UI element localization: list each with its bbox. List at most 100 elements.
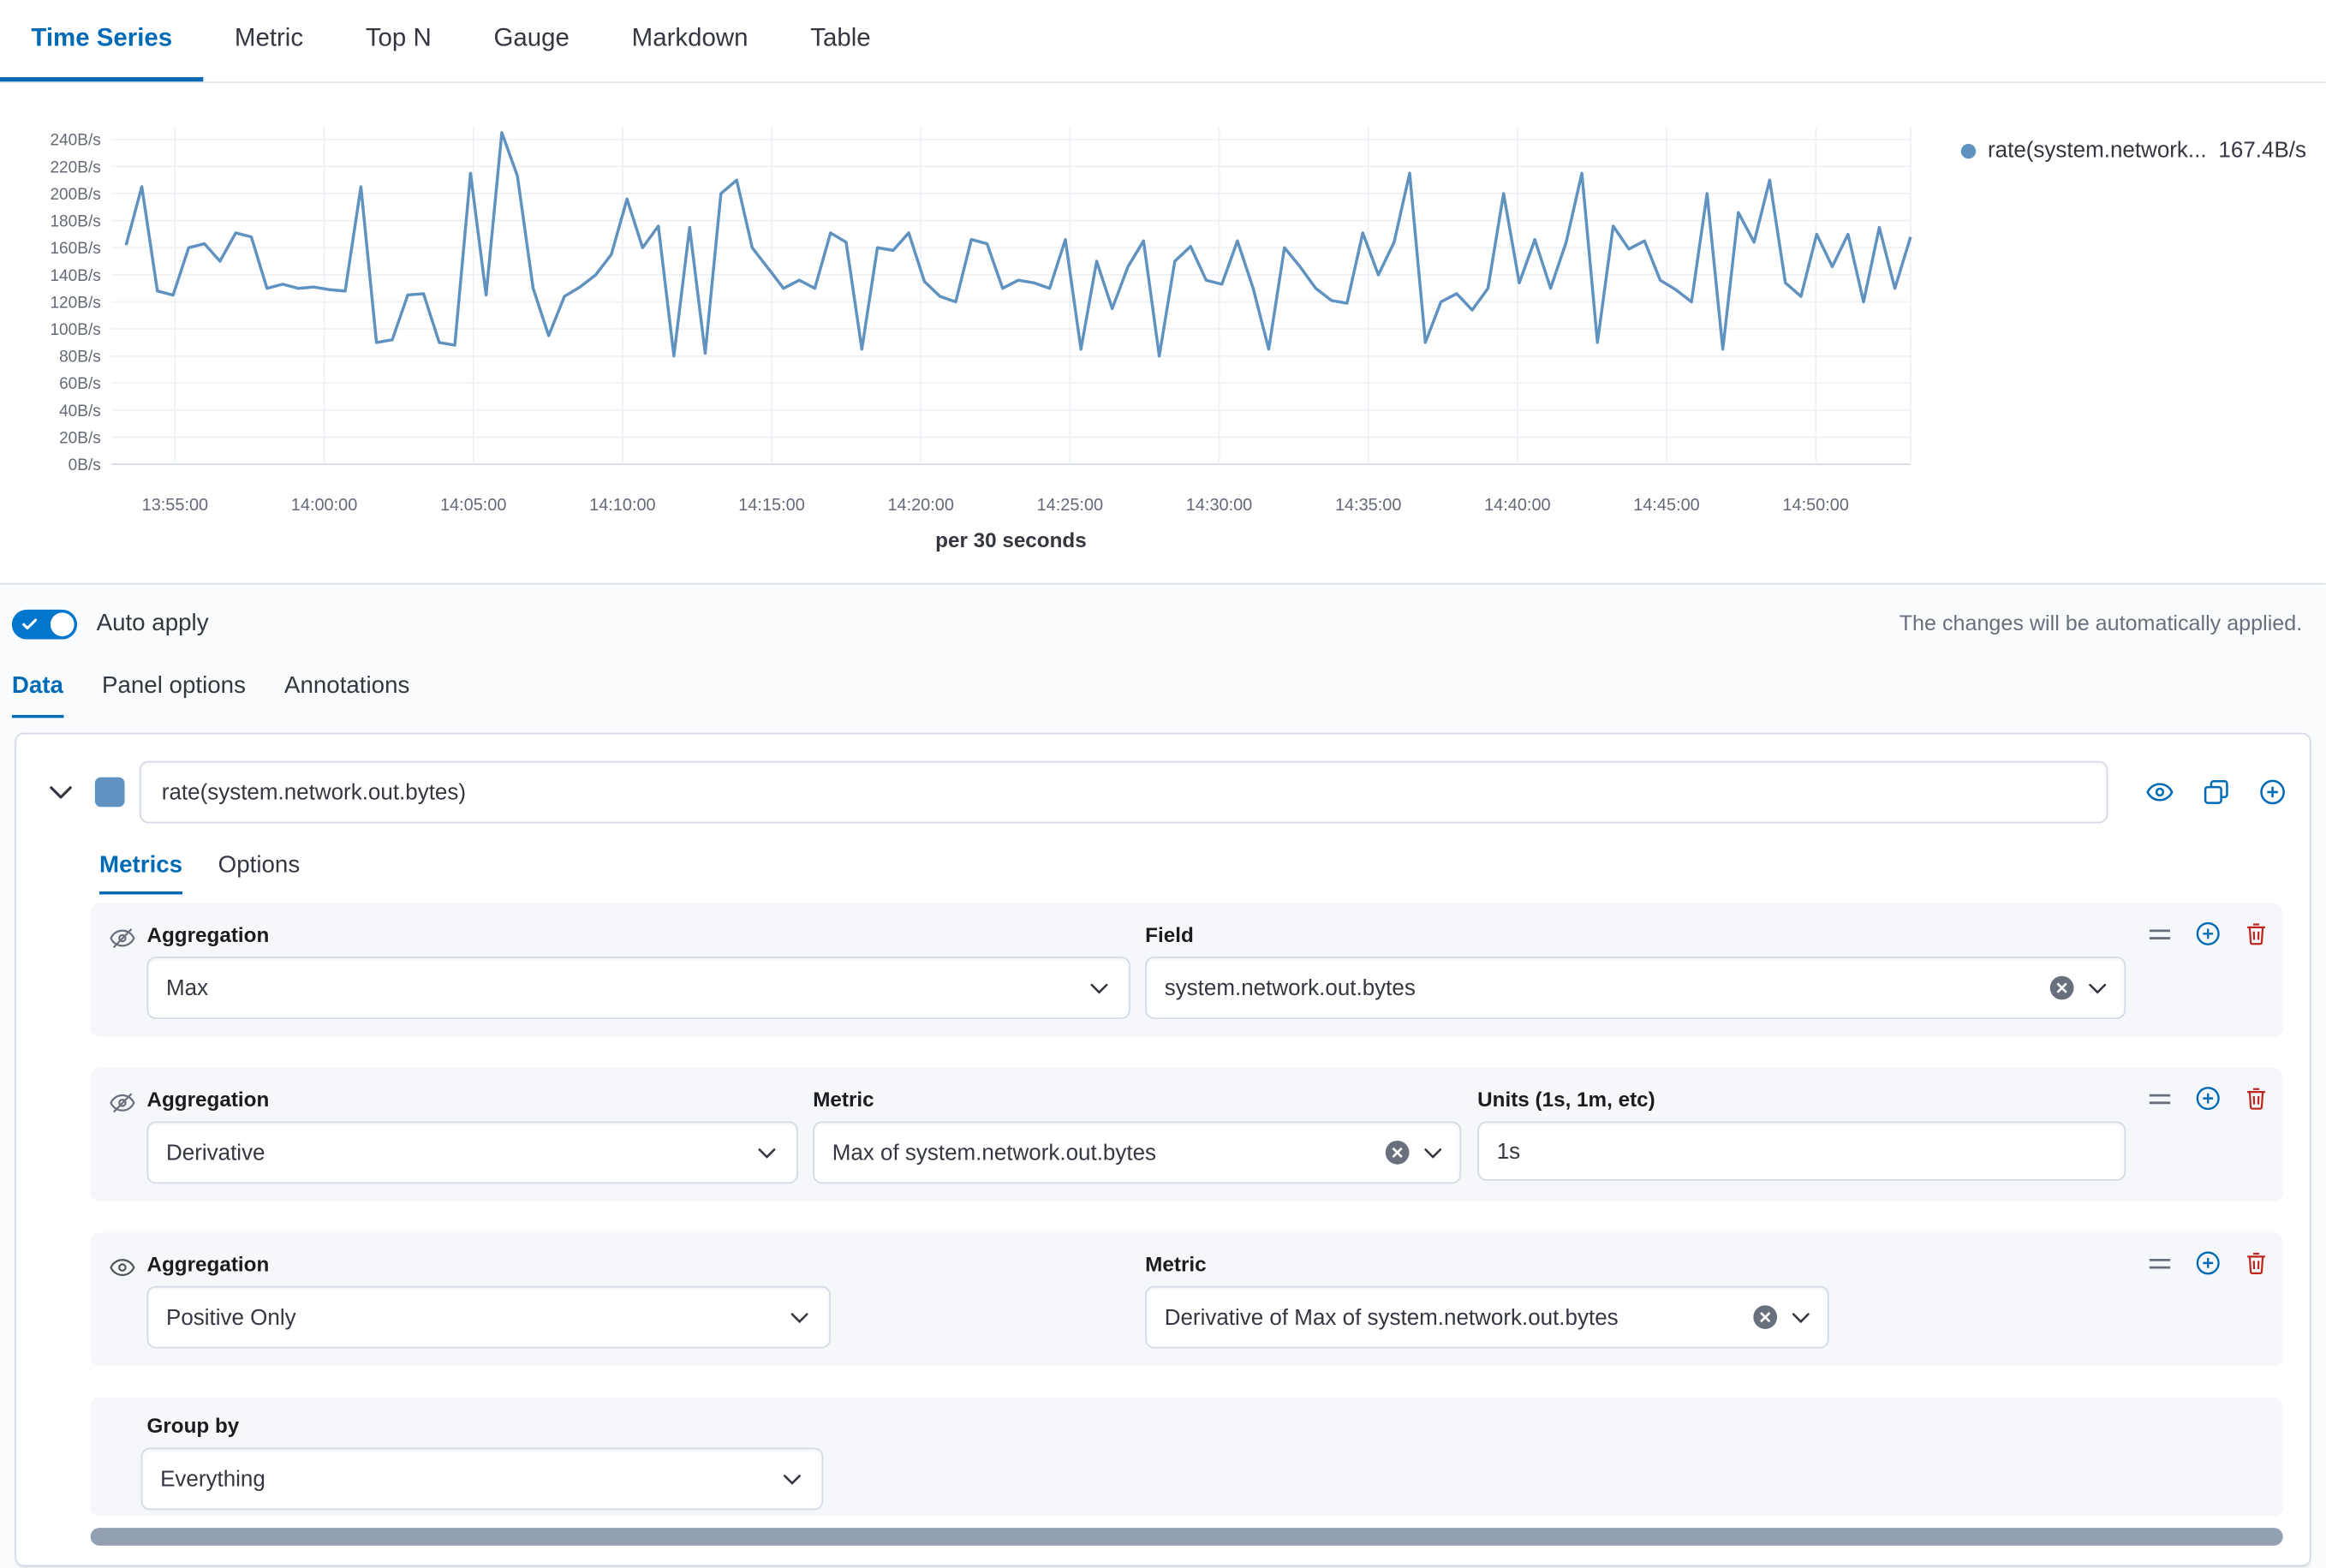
add-series-icon[interactable] [2259, 778, 2286, 805]
chevron-down-icon [758, 1148, 776, 1159]
panel-type-tabs: Time Series Metric Top N Gauge Markdown … [0, 0, 2326, 83]
aggregation-label: Aggregation [146, 922, 1130, 946]
select-value: Everything [160, 1466, 265, 1491]
auto-apply-toggle[interactable] [12, 610, 77, 640]
legend-series-value: 167.4B/s [2218, 138, 2306, 163]
series-card: Metrics Options Aggregation Max Field [15, 733, 2311, 1566]
metric-combobox[interactable]: Derivative of Max of system.network.out.… [1145, 1286, 1828, 1349]
y-axis-label: 180B/s [50, 213, 100, 231]
add-metric-icon[interactable] [2196, 1250, 2221, 1275]
x-axis-label: 14:45:00 [1633, 496, 1700, 515]
row-actions [2148, 921, 2268, 946]
x-axis-label: 14:15:00 [738, 496, 805, 515]
auto-apply-row: Auto apply The changes will be automatic… [0, 584, 2326, 665]
metric-row-derivative: Aggregation Derivative Metric Max of sys… [91, 1068, 2283, 1201]
add-metric-icon[interactable] [2196, 921, 2221, 946]
tab-markdown[interactable]: Markdown [600, 0, 779, 81]
y-axis-label: 0B/s [69, 456, 101, 474]
tab-data[interactable]: Data [12, 673, 63, 718]
combo-value: Derivative of Max of system.network.out.… [1165, 1304, 1619, 1329]
chart-interval-caption: per 30 seconds [111, 528, 1911, 552]
chevron-down-icon [784, 1475, 802, 1485]
y-axis-label: 200B/s [50, 186, 100, 204]
clear-selection-icon[interactable] [2050, 976, 2074, 1000]
y-axis-label: 20B/s [59, 429, 101, 447]
tab-metrics[interactable]: Metrics [99, 853, 182, 894]
y-axis-label: 40B/s [59, 402, 101, 420]
metric-label: Metric [813, 1088, 1461, 1112]
editor-tabs: Data Panel options Annotations [0, 665, 2326, 718]
eye-icon[interactable] [2146, 778, 2173, 805]
series-label-input[interactable] [140, 761, 2108, 824]
y-axis-label: 160B/s [50, 240, 100, 258]
tab-options[interactable]: Options [218, 853, 301, 894]
auto-apply-hint: The changes will be automatically applie… [1900, 612, 2303, 636]
legend-series-dot [1961, 143, 1976, 158]
row-actions [2148, 1086, 2268, 1111]
drag-handle-icon[interactable] [2148, 922, 2172, 946]
eye-slash-icon[interactable] [110, 926, 134, 951]
tab-metric[interactable]: Metric [204, 0, 335, 81]
units-label: Units (1s, 1m, etc) [1477, 1088, 2126, 1112]
chevron-down-icon [790, 1313, 808, 1323]
eye-slash-icon[interactable] [110, 1090, 134, 1115]
check-icon [22, 618, 37, 630]
clone-series-icon[interactable] [2203, 778, 2229, 805]
y-axis-label: 220B/s [50, 158, 100, 176]
series-subtabs: Metrics Options [99, 853, 2310, 894]
aggregation-label: Aggregation [146, 1088, 797, 1112]
aggregation-select[interactable]: Derivative [146, 1121, 797, 1183]
chevron-down-icon [1090, 983, 1108, 993]
metric-row-positive-only: Aggregation Positive Only Metric Derivat… [91, 1232, 2283, 1366]
group-by-select[interactable]: Everything [141, 1448, 824, 1511]
delete-metric-icon[interactable] [2245, 921, 2269, 946]
y-axis-label: 80B/s [59, 349, 101, 367]
tab-table[interactable]: Table [779, 0, 902, 81]
timeseries-chart[interactable]: 0B/s20B/s40B/s60B/s80B/s100B/s120B/s140B… [0, 83, 1943, 528]
tab-time-series[interactable]: Time Series [0, 0, 204, 81]
x-axis-label: 14:20:00 [887, 496, 954, 515]
legend-series-label: rate(system.network... [1988, 138, 2207, 163]
group-by-label: Group by [146, 1414, 823, 1438]
aggregation-select[interactable]: Max [146, 957, 1130, 1019]
group-by-row: Group by Everything [91, 1398, 2283, 1517]
drag-handle-icon[interactable] [2148, 1251, 2172, 1275]
units-input[interactable] [1477, 1121, 2126, 1180]
series-header [16, 734, 2310, 823]
y-axis-label: 140B/s [50, 267, 100, 285]
x-axis-label: 14:25:00 [1037, 496, 1104, 515]
tab-top-n[interactable]: Top N [334, 0, 462, 81]
tab-annotations[interactable]: Annotations [284, 673, 409, 718]
x-axis-label: 14:05:00 [440, 496, 507, 515]
metric-row-max: Aggregation Max Field system.network.out… [91, 903, 2283, 1037]
metric-combobox[interactable]: Max of system.network.out.bytes [813, 1121, 1461, 1183]
x-axis-label: 14:40:00 [1484, 496, 1551, 515]
combo-value: Max of system.network.out.bytes [832, 1140, 1156, 1165]
aggregation-select[interactable]: Positive Only [146, 1286, 830, 1349]
delete-metric-icon[interactable] [2245, 1250, 2269, 1275]
collapsed-panel-edge [91, 1528, 2283, 1546]
clear-selection-icon[interactable] [1753, 1305, 1777, 1329]
toggle-knob [51, 612, 75, 636]
chevron-down-icon [2089, 983, 2107, 993]
drag-handle-icon[interactable] [2148, 1087, 2172, 1111]
row-actions [2148, 1250, 2268, 1275]
tab-panel-options[interactable]: Panel options [102, 673, 246, 718]
x-axis-label: 13:55:00 [142, 496, 208, 515]
tsvb-editor: Time Series Metric Top N Gauge Markdown … [0, 0, 2326, 1568]
clear-selection-icon[interactable] [1386, 1141, 1410, 1165]
eye-icon[interactable] [110, 1255, 134, 1279]
x-axis-label: 14:35:00 [1335, 496, 1401, 515]
add-metric-icon[interactable] [2196, 1086, 2221, 1111]
x-axis-label: 14:10:00 [589, 496, 656, 515]
delete-metric-icon[interactable] [2245, 1086, 2269, 1111]
tab-gauge[interactable]: Gauge [462, 0, 600, 81]
series-color-swatch[interactable] [95, 778, 125, 808]
timeseries-chart-panel: 0B/s20B/s40B/s60B/s80B/s100B/s120B/s140B… [0, 83, 2326, 583]
combo-value: system.network.out.bytes [1165, 975, 1416, 1000]
chevron-down-icon[interactable] [49, 785, 73, 799]
field-combobox[interactable]: system.network.out.bytes [1145, 957, 2126, 1019]
y-axis-label: 100B/s [50, 321, 100, 339]
chart-legend[interactable]: rate(system.network... 167.4B/s [1961, 138, 2306, 163]
y-axis-label: 120B/s [50, 294, 100, 312]
